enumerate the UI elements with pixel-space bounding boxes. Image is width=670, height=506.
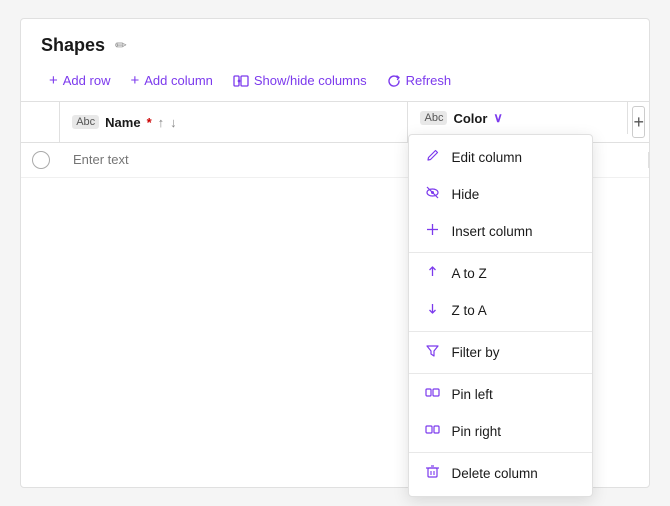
z-to-a-icon bbox=[423, 301, 441, 320]
sort-desc-icon[interactable]: ↓ bbox=[170, 115, 177, 130]
sort-asc-icon[interactable]: ↑ bbox=[158, 115, 165, 130]
menu-label-delete-column: Delete column bbox=[451, 466, 537, 481]
column-dropdown-menu: Edit column Hide bbox=[408, 134, 593, 497]
plus-icon: + bbox=[49, 72, 58, 89]
menu-label-z-to-a: Z to A bbox=[451, 303, 486, 318]
menu-item-pin-right[interactable]: Pin right bbox=[409, 413, 592, 450]
columns-icon bbox=[233, 72, 249, 89]
separator-2 bbox=[409, 331, 592, 332]
edit-title-icon[interactable]: ✏ bbox=[115, 37, 127, 54]
column-header-color[interactable]: Abc Color ∨ bbox=[408, 102, 628, 134]
menu-item-insert-column[interactable]: Insert column bbox=[409, 213, 592, 250]
pin-left-icon bbox=[423, 385, 441, 404]
table-header: Abc Name * ↑ ↓ Abc Color ∨ bbox=[21, 102, 649, 143]
menu-label-pin-left: Pin left bbox=[451, 387, 492, 402]
row-name-input[interactable] bbox=[73, 152, 416, 167]
menu-item-edit-column[interactable]: Edit column bbox=[409, 139, 592, 176]
add-column-button[interactable]: + Add column bbox=[122, 68, 220, 93]
menu-label-a-to-z: A to Z bbox=[451, 266, 486, 281]
hide-icon bbox=[423, 185, 441, 204]
toolbar: + Add row + Add column Show/hide columns bbox=[21, 64, 649, 102]
column-header-name: Abc Name * ↑ ↓ bbox=[60, 102, 408, 142]
menu-item-delete-column[interactable]: Delete column bbox=[409, 455, 592, 492]
a-to-z-icon bbox=[423, 264, 441, 283]
page-title: Shapes bbox=[41, 35, 105, 56]
card-header: Shapes ✏ bbox=[21, 19, 649, 64]
menu-label-hide: Hide bbox=[451, 187, 479, 202]
plus-icon-2: + bbox=[130, 72, 139, 89]
menu-label-filter-by: Filter by bbox=[451, 345, 499, 360]
checkbox-header bbox=[21, 102, 60, 142]
table: Abc Name * ↑ ↓ Abc Color ∨ bbox=[21, 102, 649, 178]
menu-item-z-to-a[interactable]: Z to A bbox=[409, 292, 592, 329]
row-checkbox-cell bbox=[21, 143, 61, 177]
menu-item-pin-left[interactable]: Pin left bbox=[409, 376, 592, 413]
column-header-color-wrapper: Abc Color ∨ Edit column bbox=[408, 102, 628, 142]
edit-column-icon bbox=[423, 148, 441, 167]
color-dropdown-chevron[interactable]: ∨ bbox=[493, 110, 503, 126]
color-col-label: Color bbox=[453, 111, 487, 126]
add-column-icon-button[interactable]: + bbox=[632, 106, 645, 138]
required-star: * bbox=[147, 115, 152, 130]
name-col-label: Name bbox=[105, 115, 140, 130]
pin-right-icon bbox=[423, 422, 441, 441]
refresh-button[interactable]: Refresh bbox=[379, 68, 460, 93]
filter-icon bbox=[423, 343, 441, 362]
menu-label-pin-right: Pin right bbox=[451, 424, 501, 439]
separator-4 bbox=[409, 452, 592, 453]
menu-item-a-to-z[interactable]: A to Z bbox=[409, 255, 592, 292]
color-type-badge: Abc bbox=[420, 111, 447, 125]
row-checkbox[interactable] bbox=[32, 151, 50, 169]
menu-label-insert-column: Insert column bbox=[451, 224, 532, 239]
separator-3 bbox=[409, 373, 592, 374]
menu-item-filter-by[interactable]: Filter by bbox=[409, 334, 592, 371]
menu-label-edit-column: Edit column bbox=[451, 150, 522, 165]
insert-column-icon bbox=[423, 222, 441, 241]
add-row-button[interactable]: + Add row bbox=[41, 68, 118, 93]
main-card: Shapes ✏ + Add row + Add column Show/hid… bbox=[20, 18, 650, 488]
delete-column-icon bbox=[423, 464, 441, 483]
name-type-badge: Abc bbox=[72, 115, 99, 129]
show-hide-button[interactable]: Show/hide columns bbox=[225, 68, 375, 93]
refresh-icon bbox=[387, 72, 401, 89]
row-name-cell bbox=[61, 143, 429, 177]
menu-item-hide[interactable]: Hide bbox=[409, 176, 592, 213]
separator-1 bbox=[409, 252, 592, 253]
